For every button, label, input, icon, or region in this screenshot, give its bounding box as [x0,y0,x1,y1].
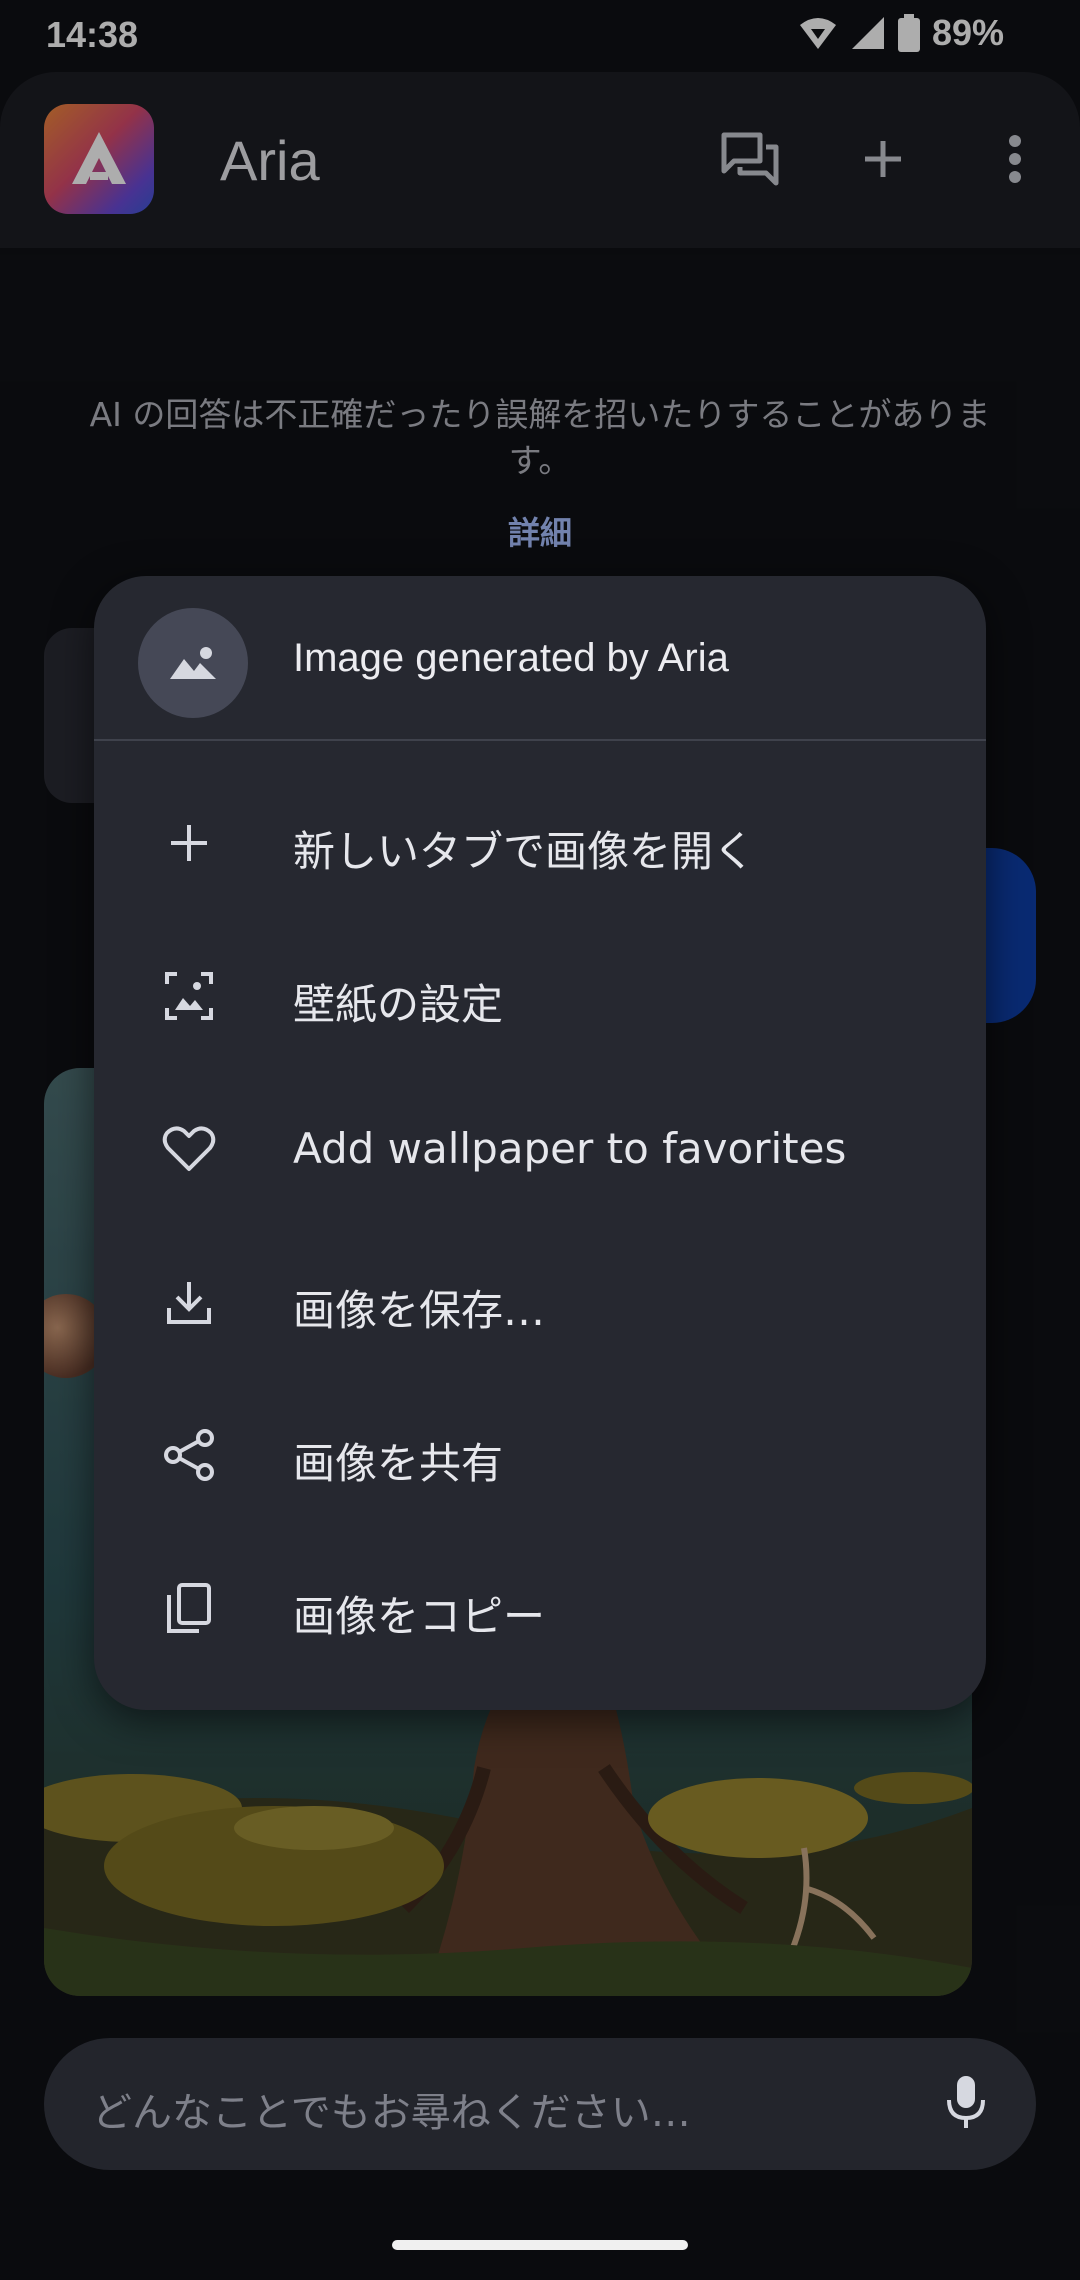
menu-item-label: 画像を保存… [293,1286,546,1335]
menu-item-share-image[interactable]: 画像を共有 [94,1378,986,1531]
menu-item-label: Add wallpaper to favorites [293,1124,847,1173]
menu-item-save-image[interactable]: 画像を保存… [94,1225,986,1378]
wallpaper-icon [158,965,220,1027]
menu-header-title: Image generated by Aria [293,636,729,680]
menu-item-copy-image[interactable]: 画像をコピー [94,1531,986,1684]
add-icon [158,812,220,874]
menu-item-label: 壁紙の設定 [293,980,504,1029]
menu-item-label: 画像を共有 [293,1439,504,1488]
copy-icon [158,1577,220,1639]
image-icon [138,608,248,718]
download-icon [158,1271,220,1333]
menu-item-label: 新しいタブで画像を開く [293,827,756,876]
heart-icon [158,1118,220,1180]
chat-input-placeholder: どんなことでもお尋ねください… [92,2090,691,2136]
menu-item-open-in-new-tab[interactable]: 新しいタブで画像を開く [94,766,986,919]
menu-item-label: 画像をコピー [293,1592,546,1641]
home-indicator[interactable] [392,2240,688,2250]
voice-input-button[interactable] [928,2066,1004,2142]
chat-input-bar[interactable]: どんなことでもお尋ねください… [44,2038,1036,2170]
mic-icon [946,2074,986,2134]
menu-header: Image generated by Aria [94,576,986,741]
menu-item-set-wallpaper[interactable]: 壁紙の設定 [94,919,986,1072]
image-context-menu: Image generated by Aria 新しいタブで画像を開く 壁紙の設… [94,576,986,1710]
menu-item-add-to-favorites[interactable]: Add wallpaper to favorites [94,1072,986,1225]
share-icon [158,1424,220,1486]
